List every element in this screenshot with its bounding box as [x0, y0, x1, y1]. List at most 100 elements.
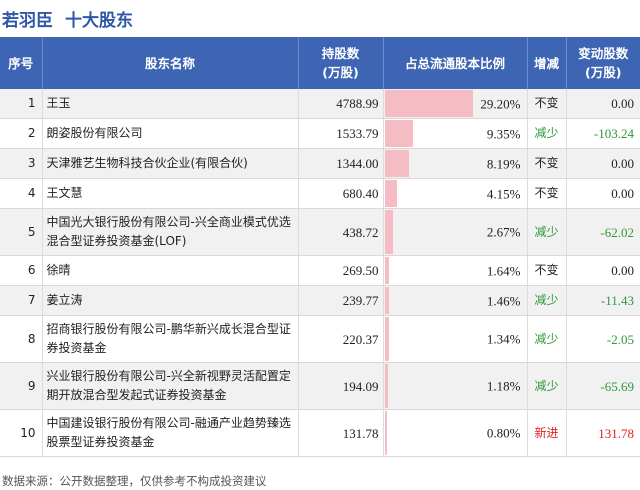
row-delta: -62.02 — [566, 208, 640, 256]
page-title: 若羽臣 十大股东 — [0, 0, 640, 36]
ratio-bar — [384, 120, 413, 147]
row-name: 朗姿股份有限公司 — [42, 118, 299, 149]
ratio-text: 1.18% — [486, 378, 521, 394]
row-shares: 194.09 — [298, 362, 384, 410]
row-delta: 0.00 — [566, 178, 640, 209]
table-row: 3 天津雅艺生物科技合伙企业(有限合伙) 1344.00 8.19% 不变 0.… — [0, 148, 640, 179]
ratio-text: 1.64% — [486, 263, 521, 278]
ratio-text: 9.35% — [486, 126, 521, 141]
row-change: 新进 — [527, 409, 567, 457]
table-row: 5 中国光大银行股份有限公司-兴全商业模式优选混合型证券投资基金(LOF) 43… — [0, 208, 640, 256]
row-shares: 131.78 — [298, 409, 384, 457]
data-source-note: 数据来源：公开数据整理，仅供参考不构成投资建议 — [2, 474, 267, 488]
page-subtitle: 十大股东 — [65, 10, 133, 31]
row-ratio: 1.18% — [383, 362, 528, 410]
header-delta-line1: 变动股数 — [578, 46, 629, 61]
table-header-row: 序号 股东名称 持股数 (万股) 占总流通股本比例 增减 变动股数 (万股) — [0, 37, 640, 89]
ratio-text: 1.46% — [486, 293, 521, 308]
row-ratio: 1.34% — [383, 315, 528, 363]
table-row: 10 中国建设银行股份有限公司-融通产业趋势臻选股票型证券投资基金 131.78… — [0, 409, 640, 457]
row-name: 招商银行股份有限公司-鹏华新兴成长混合型证券投资基金 — [42, 315, 299, 363]
table-row: 6 徐晴 269.50 1.64% 不变 0.00 — [0, 255, 640, 286]
ratio-bar — [384, 257, 390, 284]
row-delta: -103.24 — [566, 118, 640, 149]
row-name: 王文慧 — [42, 178, 299, 209]
ratio-bar — [384, 411, 387, 455]
row-ratio: 8.19% — [383, 148, 528, 179]
row-name: 王玉 — [42, 89, 299, 119]
row-delta: -65.69 — [566, 362, 640, 410]
header-rank: 序号 — [0, 37, 43, 89]
row-change: 减少 — [527, 208, 567, 256]
ratio-bar — [384, 90, 474, 117]
row-change: 减少 — [527, 362, 567, 410]
row-shares: 1344.00 — [298, 148, 384, 179]
row-rank: 2 — [0, 118, 43, 149]
row-ratio: 4.15% — [383, 178, 528, 209]
row-shares: 239.77 — [298, 285, 384, 316]
company-name: 若羽臣 — [2, 10, 53, 31]
header-delta-line2: (万股) — [585, 65, 622, 80]
row-change: 不变 — [527, 255, 567, 286]
ratio-text: 0.80% — [486, 425, 521, 441]
row-delta: 131.78 — [566, 409, 640, 457]
row-shares: 269.50 — [298, 255, 384, 286]
row-shares: 1533.79 — [298, 118, 384, 149]
header-shares-line2: (万股) — [322, 65, 359, 80]
table-row: 8 招商银行股份有限公司-鹏华新兴成长混合型证券投资基金 220.37 1.34… — [0, 315, 640, 363]
row-rank: 9 — [0, 362, 43, 410]
row-shares: 4788.99 — [298, 89, 384, 119]
row-ratio: 2.67% — [383, 208, 528, 256]
ratio-bar — [384, 150, 410, 177]
table-row: 4 王文慧 680.40 4.15% 不变 0.00 — [0, 178, 640, 209]
ratio-text: 4.15% — [486, 186, 521, 201]
header-change: 增减 — [527, 37, 567, 89]
row-change: 减少 — [527, 285, 567, 316]
row-rank: 1 — [0, 89, 43, 119]
row-ratio: 1.64% — [383, 255, 528, 286]
row-rank: 10 — [0, 409, 43, 457]
ratio-bar — [384, 287, 389, 314]
header-shares-line1: 持股数 — [321, 46, 360, 61]
table-row: 1 王玉 4788.99 29.20% 不变 0.00 — [0, 89, 640, 119]
row-ratio: 1.46% — [383, 285, 528, 316]
row-delta: -2.05 — [566, 315, 640, 363]
row-delta: 0.00 — [566, 89, 640, 119]
ratio-bar — [384, 210, 393, 254]
row-rank: 7 — [0, 285, 43, 316]
row-rank: 5 — [0, 208, 43, 256]
row-delta: 0.00 — [566, 255, 640, 286]
row-rank: 3 — [0, 148, 43, 179]
row-change: 不变 — [527, 148, 567, 179]
row-shares: 438.72 — [298, 208, 384, 256]
row-name: 兴业银行股份有限公司-兴全新视野灵活配置定期开放混合型发起式证券投资基金 — [42, 362, 299, 410]
row-shares: 220.37 — [298, 315, 384, 363]
table-row: 2 朗姿股份有限公司 1533.79 9.35% 减少 -103.24 — [0, 118, 640, 149]
row-ratio: 29.20% — [383, 89, 528, 119]
row-ratio: 9.35% — [383, 118, 528, 149]
table-row: 7 姜立涛 239.77 1.46% 减少 -11.43 — [0, 285, 640, 316]
row-name: 中国光大银行股份有限公司-兴全商业模式优选混合型证券投资基金(LOF) — [42, 208, 299, 256]
ratio-bar — [384, 180, 398, 207]
row-name: 中国建设银行股份有限公司-融通产业趋势臻选股票型证券投资基金 — [42, 409, 299, 457]
ratio-bar — [384, 317, 389, 361]
row-change: 不变 — [527, 178, 567, 209]
ratio-text: 29.20% — [480, 96, 521, 111]
ratio-text: 1.34% — [486, 331, 521, 347]
row-name: 天津雅艺生物科技合伙企业(有限合伙) — [42, 148, 299, 179]
row-change: 不变 — [527, 89, 567, 119]
row-ratio: 0.80% — [383, 409, 528, 457]
header-shares: 持股数 (万股) — [298, 37, 384, 89]
shareholders-table: 序号 股东名称 持股数 (万股) 占总流通股本比例 增减 变动股数 (万股) 1… — [0, 37, 640, 457]
row-shares: 680.40 — [298, 178, 384, 209]
row-name: 姜立涛 — [42, 285, 299, 316]
row-change: 减少 — [527, 315, 567, 363]
row-name: 徐晴 — [42, 255, 299, 286]
row-rank: 4 — [0, 178, 43, 209]
row-rank: 6 — [0, 255, 43, 286]
row-rank: 8 — [0, 315, 43, 363]
header-delta: 变动股数 (万股) — [566, 37, 640, 89]
ratio-bar — [384, 364, 389, 408]
header-ratio: 占总流通股本比例 — [383, 37, 528, 89]
row-delta: -11.43 — [566, 285, 640, 316]
